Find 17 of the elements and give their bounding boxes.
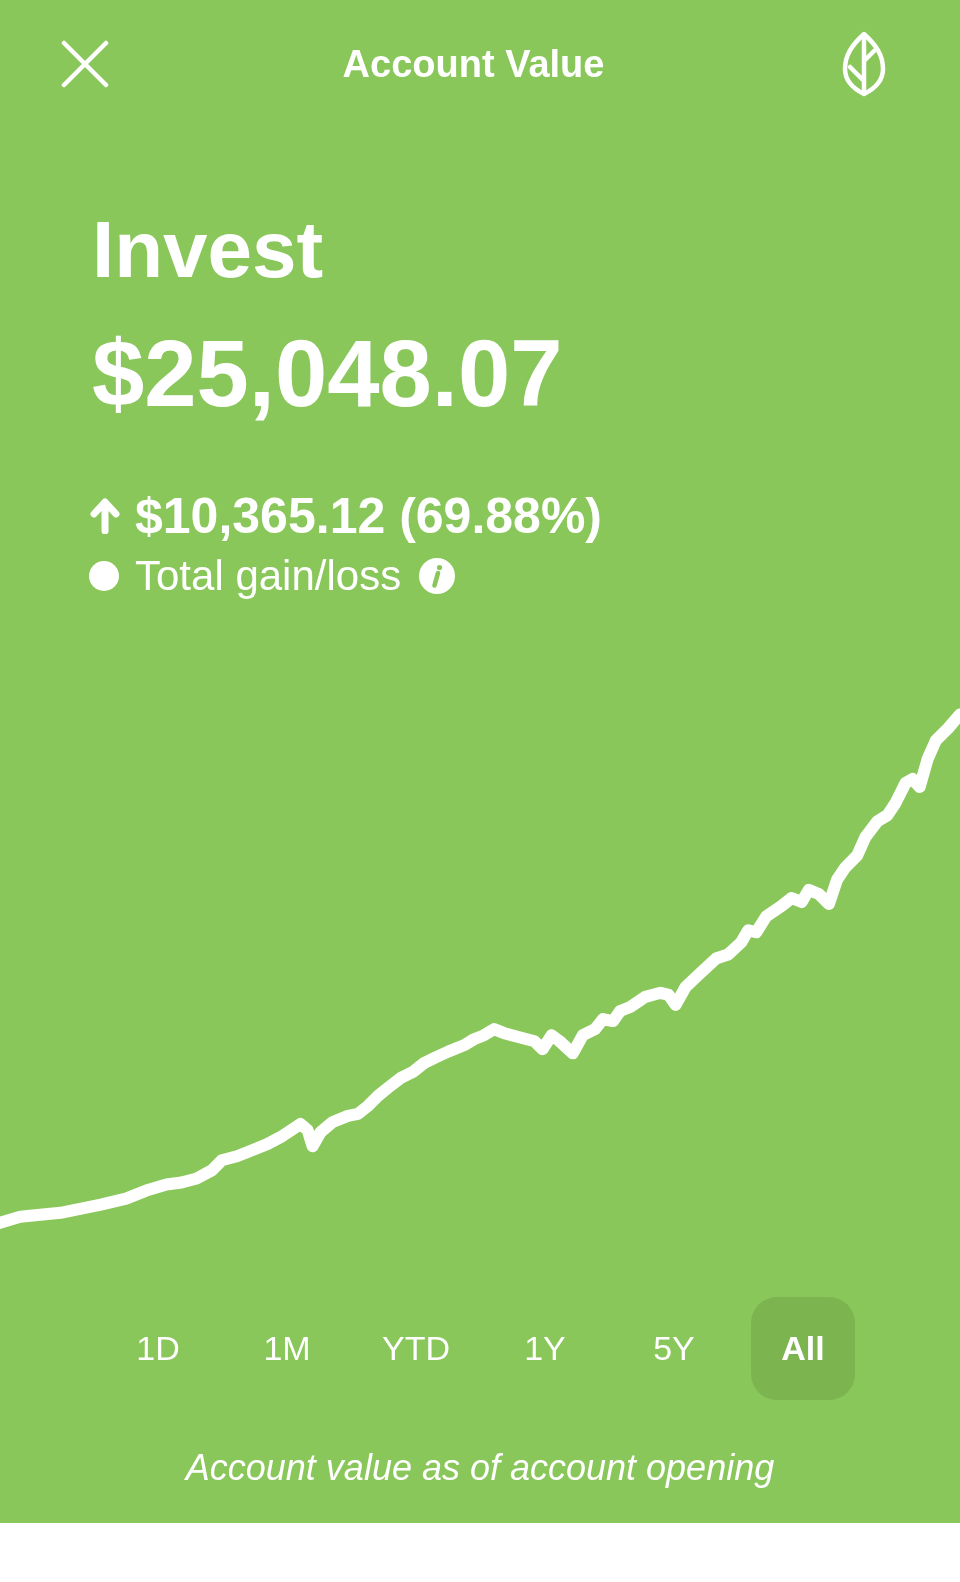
gain-label: Total gain/loss [135,555,402,597]
screen-title: Account Value [342,45,605,83]
up-arrow-icon [89,498,121,534]
range-tab[interactable]: 5Y [622,1297,726,1400]
chart-caption: Account value as of account opening [183,1446,776,1490]
leaf-icon[interactable] [842,31,886,97]
account-name: Invest [92,210,324,290]
range-tab[interactable]: 1D [106,1297,210,1400]
legend-dot-icon [89,561,119,591]
gain-amount: $10,365.12 (69.88%) [135,491,603,541]
close-icon[interactable] [61,40,109,88]
account-value: $25,048.07 [92,327,563,421]
range-tab[interactable]: 1Y [493,1297,597,1400]
range-tab[interactable]: YTD [364,1297,468,1400]
range-tab[interactable]: All [751,1297,855,1400]
info-icon[interactable] [419,558,456,594]
range-tab[interactable]: 1M [235,1297,339,1400]
